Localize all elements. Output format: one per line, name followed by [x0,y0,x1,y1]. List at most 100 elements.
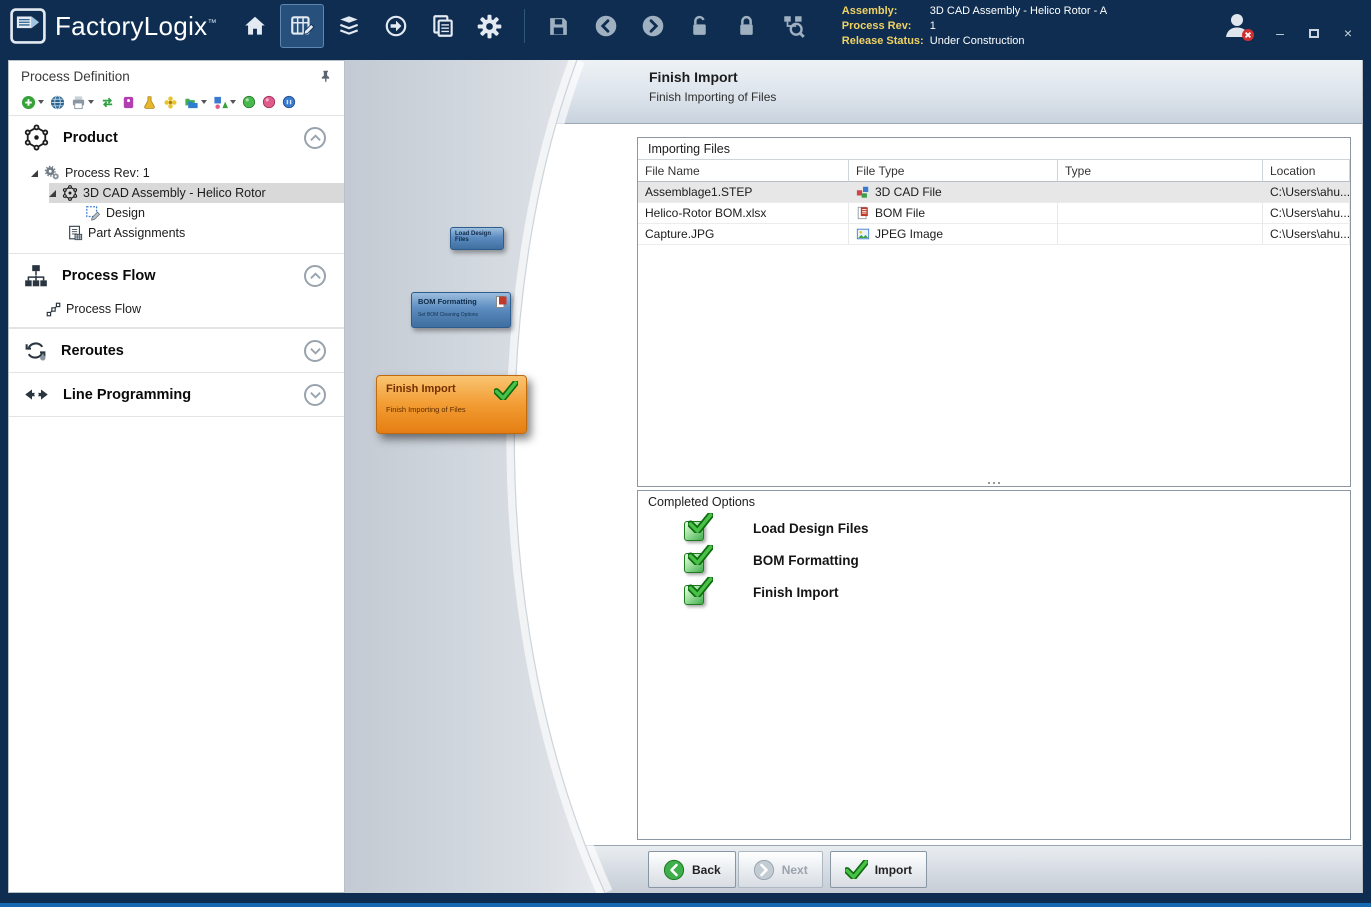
forward-nav-button[interactable] [631,4,675,48]
tree-item-process-flow[interactable]: Process Flow [9,297,344,321]
process-definition-panel: Process Definition Product [8,60,345,893]
cell-file-type: 3D CAD File [849,182,1058,203]
settings-button[interactable] [468,4,512,48]
expander-icon[interactable] [31,170,38,177]
completed-option-row: Finish Import [638,576,1350,608]
pink-status-button[interactable] [262,95,276,109]
blue-status-button[interactable] [282,95,296,109]
expand-line-programming-button[interactable] [304,384,326,406]
tree-item-process-rev[interactable]: Process Rev: 1 [9,163,344,183]
collapse-product-button[interactable] [304,127,326,149]
file-row-bom[interactable]: Helico-Rotor BOM.xlsx BOM File C:\Users\… [638,203,1350,224]
flow-node-bom-formatting[interactable]: BOM Formatting Set BOM Cleaning Options [411,292,511,328]
checkmark-icon [688,577,713,597]
add-button[interactable] [21,95,44,110]
cell-file-name: Helico-Rotor BOM.xlsx [638,203,849,224]
titlebar: FactoryLogix™ [0,0,1371,52]
column-header-file-name[interactable]: File Name [638,159,849,182]
cell-type [1058,224,1263,245]
back-arrow-icon [663,859,685,881]
folders-icon [184,95,199,110]
cell-file-type: BOM File [849,203,1058,224]
tree-item-design[interactable]: Design [9,203,344,223]
tree-item-assembly[interactable]: 3D CAD Assembly - Helico Rotor [49,183,344,203]
lock-button[interactable] [725,4,769,48]
app-title: FactoryLogix™ [55,11,217,42]
back-circle-icon [593,13,619,39]
sync-button[interactable] [100,95,115,110]
expander-icon[interactable] [49,190,56,197]
shapes-button[interactable] [213,95,236,110]
process-rev-value: 1 [930,19,1107,33]
completed-options-group: Completed Options Load Design Files BOM … [637,490,1351,840]
save-button[interactable] [537,4,581,48]
flower-button[interactable] [163,95,178,110]
folders-button[interactable] [184,95,207,110]
sidebar-header: Process Definition [9,61,344,91]
cad-file-icon [856,185,870,199]
flow-node-finish-import[interactable]: Finish Import Finish Importing of Files [376,375,527,434]
process-flow-icon [23,263,49,289]
tree-label: 3D CAD Assembly - Helico Rotor [83,186,266,200]
window-controls: – × [1271,26,1357,40]
close-button[interactable]: × [1339,26,1357,40]
home-button[interactable] [233,4,277,48]
column-header-file-type[interactable]: File Type [849,159,1058,182]
maximize-button[interactable] [1305,26,1323,40]
back-button-label: Back [692,863,721,877]
column-header-type[interactable]: Type [1058,159,1263,182]
sidebar-section-line-programming[interactable]: Line Programming [9,372,344,416]
release-button[interactable] [374,4,418,48]
cell-location: C:\Users\ahu... [1263,203,1350,224]
back-button[interactable]: Back [648,851,736,888]
completed-option-row: BOM Formatting [638,544,1350,576]
dropdown-caret-icon [201,100,207,104]
file-row-assemblage[interactable]: Assemblage1.STEP 3D CAD File C:\Users\ah… [638,182,1350,203]
globe-button[interactable] [50,95,65,110]
print-icon [71,95,86,110]
column-header-location[interactable]: Location [1263,159,1350,182]
pin-button[interactable] [319,69,332,83]
completed-options-label: Completed Options [638,491,1350,512]
chevron-down-icon [310,347,321,355]
process-search-button[interactable] [772,4,816,48]
flow-node-load-design-files[interactable]: Load Design Files [450,227,504,250]
minimize-button[interactable]: – [1271,26,1289,40]
maximize-icon [1309,29,1319,38]
sidebar-section-process-flow[interactable]: Process Flow [9,253,344,297]
documents-button[interactable] [421,4,465,48]
hscroll-grip[interactable] [988,482,1000,484]
print-button[interactable] [71,95,94,110]
save-icon [546,14,571,39]
importing-files-group: Importing Files File Name File Type Type… [637,137,1351,487]
flask-button[interactable] [142,95,157,110]
reroutes-icon [23,338,48,363]
process-flow-canvas: Load Design Files BOM Formatting Set BOM… [345,60,637,893]
tree-item-part-assignments[interactable]: Part Assignments [9,223,344,243]
file-type-label: BOM File [875,206,925,220]
unlock-button[interactable] [678,4,722,48]
next-button[interactable]: Next [738,851,823,888]
sidebar-section-product[interactable]: Product [9,115,344,159]
checkmark-icon [688,513,713,533]
cell-file-name: Capture.JPG [638,224,849,245]
sidebar-section-reroutes[interactable]: Reroutes [9,328,344,372]
tag-button[interactable] [121,95,136,110]
collapse-process-flow-button[interactable] [304,265,326,287]
expand-reroutes-button[interactable] [304,340,326,362]
process-definition-button[interactable] [280,4,324,48]
materials-button[interactable] [327,4,371,48]
back-nav-button[interactable] [584,4,628,48]
design-icon [85,205,101,221]
section-label-reroutes: Reroutes [61,343,124,359]
file-row-capture[interactable]: Capture.JPG JPEG Image C:\Users\ahu... [638,224,1350,245]
cell-file-type: JPEG Image [849,224,1058,245]
logout-user-button[interactable] [1223,10,1255,42]
assembly-info: Assembly: 3D CAD Assembly - Helico Rotor… [842,4,1107,48]
cell-type [1058,182,1263,203]
import-button[interactable]: Import [830,851,927,888]
tree-label: Process Flow [66,302,141,316]
green-status-button[interactable] [242,95,256,109]
wizard-title: Finish Import [649,69,1362,85]
next-button-label: Next [782,863,808,877]
